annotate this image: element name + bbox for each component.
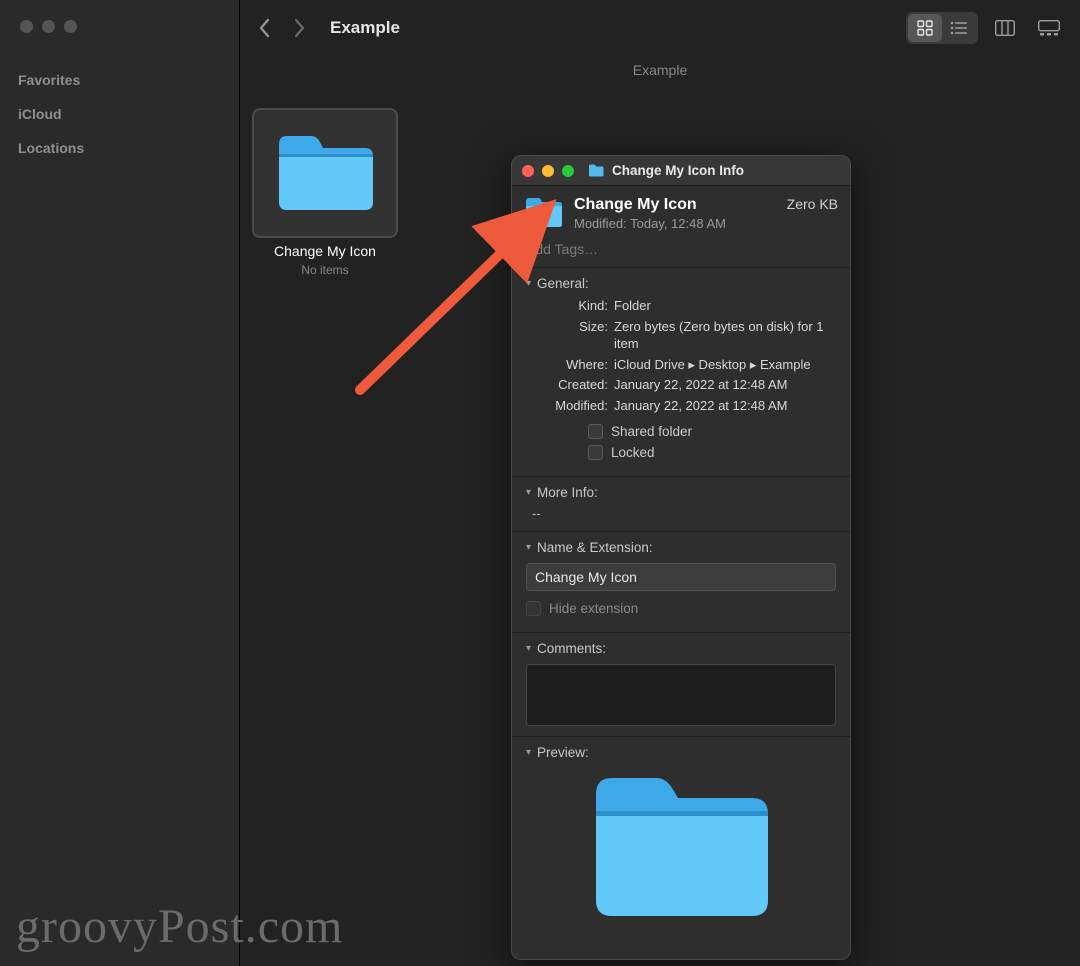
section-general-label: General: — [537, 276, 589, 291]
checkbox-icon — [588, 424, 603, 439]
modified-label: Modified: — [538, 397, 608, 415]
chevron-right-icon — [294, 18, 306, 38]
folder-mini-icon — [588, 164, 604, 177]
view-icons-button[interactable] — [908, 14, 942, 42]
folder-item-subtitle: No items — [254, 263, 396, 277]
comments-textarea[interactable] — [526, 664, 836, 726]
list-icon — [950, 21, 968, 35]
close-window-dot[interactable] — [20, 20, 33, 33]
close-icon[interactable] — [522, 165, 534, 177]
section-general: ▾ General: Kind: Folder Size: Zero bytes… — [512, 268, 850, 477]
info-window-title: Change My Icon Info — [612, 163, 744, 178]
sidebar-heading-icloud[interactable]: iCloud — [0, 97, 239, 131]
info-name: Change My Icon — [574, 196, 697, 214]
zoom-icon[interactable] — [562, 165, 574, 177]
folder-preview-icon — [586, 770, 776, 925]
shared-folder-checkbox-row[interactable]: Shared folder — [588, 424, 836, 439]
view-list-button[interactable] — [942, 14, 976, 42]
locked-checkbox-row[interactable]: Locked — [588, 445, 836, 460]
section-name-ext-label: Name & Extension: — [537, 540, 653, 555]
more-info-value: -- — [532, 506, 836, 521]
view-gallery-button[interactable] — [1032, 14, 1066, 42]
minimize-icon[interactable] — [542, 165, 554, 177]
get-info-window: Change My Icon Info Change My Icon Zero … — [511, 155, 851, 960]
maximize-window-dot[interactable] — [64, 20, 77, 33]
kind-value: Folder — [614, 297, 836, 315]
chevron-left-icon — [258, 18, 270, 38]
view-mode-segment — [906, 12, 978, 44]
size-label: Size: — [538, 318, 608, 353]
locked-label: Locked — [611, 445, 655, 460]
nav-forward-button[interactable] — [294, 18, 306, 38]
info-size: Zero KB — [787, 196, 838, 212]
columns-icon — [995, 20, 1015, 36]
toolbar: Example — [240, 0, 1080, 56]
section-name-ext: ▾ Name & Extension: Hide extension — [512, 532, 850, 633]
folder-item-name: Change My Icon — [268, 242, 382, 260]
created-label: Created: — [538, 376, 608, 394]
size-value: Zero bytes (Zero bytes on disk) for 1 it… — [614, 318, 836, 353]
chevron-down-icon: ▾ — [526, 643, 531, 654]
section-comments-label: Comments: — [537, 641, 606, 656]
section-preview-toggle[interactable]: ▾ Preview: — [526, 745, 836, 760]
section-more-info-label: More Info: — [537, 485, 598, 500]
preview-area — [526, 760, 836, 925]
sidebar-heading-favorites[interactable]: Favorites — [0, 63, 239, 97]
section-name-ext-toggle[interactable]: ▾ Name & Extension: — [526, 540, 836, 555]
chevron-down-icon: ▾ — [526, 487, 531, 498]
chevron-down-icon: ▾ — [526, 278, 531, 289]
section-more-info-toggle[interactable]: ▾ More Info: — [526, 485, 836, 500]
where-value: iCloud Drive ▸ Desktop ▸ Example — [614, 356, 836, 374]
chevron-down-icon: ▾ — [526, 542, 531, 553]
tags-field[interactable]: Add Tags… — [512, 235, 850, 268]
minimize-window-dot[interactable] — [42, 20, 55, 33]
modified-value: January 22, 2022 at 12:48 AM — [614, 397, 836, 415]
folder-icon — [254, 110, 396, 236]
view-columns-button[interactable] — [988, 14, 1022, 42]
folder-glyph-icon — [273, 132, 377, 214]
grid-icon — [917, 20, 933, 36]
where-label: Where: — [538, 356, 608, 374]
section-preview-label: Preview: — [537, 745, 589, 760]
chevron-down-icon: ▾ — [526, 747, 531, 758]
section-general-toggle[interactable]: ▾ General: — [526, 276, 836, 291]
gallery-icon — [1038, 20, 1060, 36]
watermark: groovyPost.com — [16, 899, 343, 954]
path-bar[interactable]: Example — [240, 56, 1080, 92]
checkbox-icon — [526, 601, 541, 616]
hide-extension-checkbox-row: Hide extension — [526, 601, 836, 616]
sidebar-heading-locations[interactable]: Locations — [0, 131, 239, 165]
info-modified-short: Modified: Today, 12:48 AM — [574, 216, 838, 231]
window-traffic-lights — [20, 20, 239, 33]
info-titlebar[interactable]: Change My Icon Info — [512, 156, 850, 186]
section-more-info: ▾ More Info: -- — [512, 477, 850, 532]
created-value: January 22, 2022 at 12:48 AM — [614, 376, 836, 394]
info-header-folder-icon[interactable] — [524, 196, 564, 231]
info-header: Change My Icon Zero KB Modified: Today, … — [512, 186, 850, 235]
section-preview: ▾ Preview: — [512, 737, 850, 935]
checkbox-icon — [588, 445, 603, 460]
section-comments: ▾ Comments: — [512, 633, 850, 737]
folder-item[interactable]: Change My Icon No items — [254, 110, 396, 277]
folder-title: Example — [330, 18, 400, 38]
section-comments-toggle[interactable]: ▾ Comments: — [526, 641, 836, 656]
hide-extension-label: Hide extension — [549, 601, 638, 616]
name-input[interactable] — [526, 563, 836, 591]
kind-label: Kind: — [538, 297, 608, 315]
nav-back-button[interactable] — [258, 18, 270, 38]
shared-folder-label: Shared folder — [611, 424, 692, 439]
sidebar: Favorites iCloud Locations — [0, 0, 240, 966]
view-controls — [906, 12, 1066, 44]
